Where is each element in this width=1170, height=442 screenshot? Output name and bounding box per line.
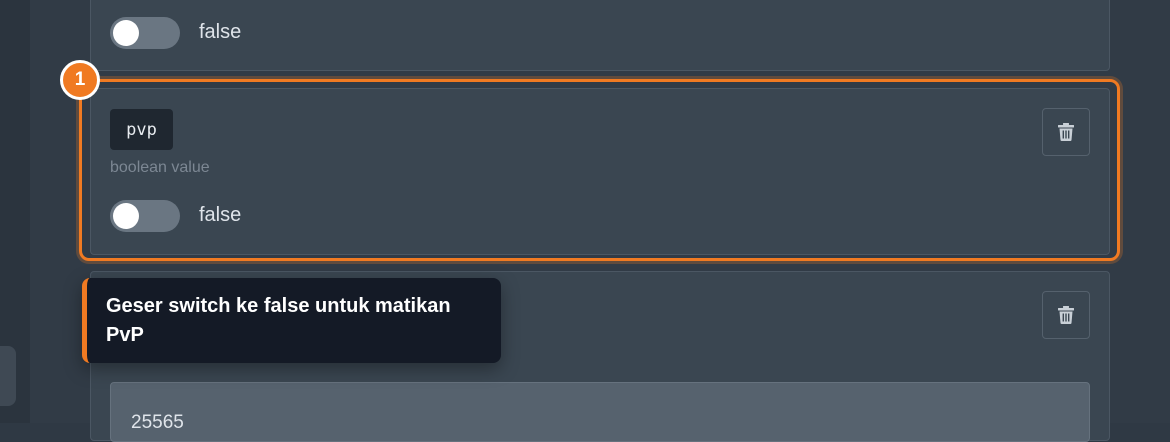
property-key-chip: pvp — [110, 109, 173, 150]
property-card-previous — [90, 0, 1110, 71]
trash-icon — [1058, 306, 1074, 324]
property-card-pvp — [90, 88, 1110, 255]
trash-icon — [1058, 123, 1074, 141]
toggle-knob — [113, 20, 139, 46]
toggle-state-label: false — [199, 21, 242, 43]
delete-property-button[interactable] — [1042, 108, 1090, 156]
tutorial-step-badge: 1 — [60, 60, 100, 100]
sidebar-collapse-tab[interactable] — [0, 346, 16, 406]
toggle-knob — [113, 203, 139, 229]
pvp-boolean-toggle[interactable] — [110, 200, 180, 232]
tutorial-tooltip: Geser switch ke false untuk matikan PvP — [82, 278, 501, 363]
property-type-hint: boolean value — [110, 159, 210, 176]
boolean-toggle-previous[interactable] — [110, 17, 180, 49]
left-sidebar — [0, 0, 31, 423]
delete-property-button[interactable] — [1042, 291, 1090, 339]
toggle-state-label: false — [199, 204, 242, 226]
property-value-input[interactable] — [110, 382, 1090, 442]
